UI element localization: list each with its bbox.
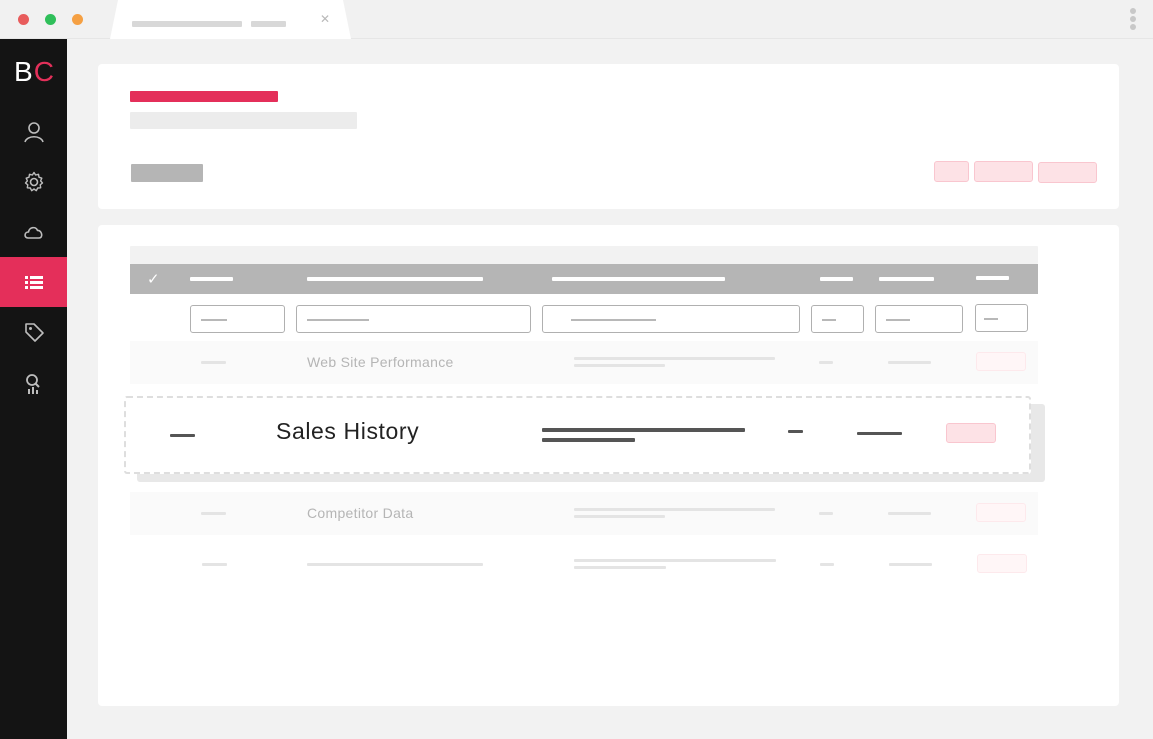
row-action-pill[interactable] — [976, 503, 1026, 522]
row-cell — [307, 563, 483, 566]
logo-letter-b: B — [14, 56, 34, 87]
table-toolbar — [130, 246, 1038, 264]
row-cell — [202, 563, 227, 566]
row-cell — [170, 434, 195, 437]
menu-dot-icon[interactable] — [1130, 8, 1136, 14]
tab-title-placeholder — [132, 21, 242, 27]
list-icon — [25, 276, 43, 289]
menu-dot-icon[interactable] — [1130, 16, 1136, 22]
filter-input[interactable] — [542, 305, 800, 333]
dragging-table-row[interactable]: Sales History — [124, 396, 1031, 474]
table-row[interactable]: Competitor Data — [130, 492, 1038, 535]
row-cell — [820, 563, 834, 566]
row-cell — [857, 432, 902, 435]
row-title: Sales History — [276, 418, 420, 444]
table-row[interactable]: Web Site Performance — [130, 341, 1038, 384]
row-cell — [788, 430, 803, 433]
minimize-window-button[interactable] — [72, 14, 83, 25]
row-cell — [888, 361, 931, 364]
column-header[interactable] — [879, 277, 934, 281]
table-row[interactable] — [130, 543, 1038, 586]
row-cell — [201, 512, 226, 515]
column-header[interactable] — [307, 277, 483, 281]
filter-input[interactable] — [875, 305, 963, 333]
column-header[interactable] — [976, 276, 1009, 280]
row-cell — [888, 512, 931, 515]
gear-icon — [24, 171, 44, 192]
tab-close-icon[interactable]: ✕ — [319, 11, 331, 27]
row-title: Web Site Performance — [307, 354, 454, 370]
filter-input[interactable] — [296, 305, 531, 333]
action-button[interactable] — [934, 161, 969, 182]
row-action-pill[interactable] — [946, 423, 996, 443]
sidebar-item-settings[interactable] — [0, 157, 67, 207]
row-title: Competitor Data — [307, 505, 414, 521]
close-window-button[interactable] — [18, 14, 29, 25]
row-cell — [574, 515, 665, 518]
select-all-check-icon[interactable]: ✓ — [147, 269, 163, 289]
user-icon — [24, 122, 44, 143]
sidebar-item-analytics[interactable] — [0, 359, 67, 409]
status-badge[interactable] — [131, 164, 203, 182]
action-button[interactable] — [974, 161, 1033, 182]
browser-tab[interactable] — [110, 0, 351, 39]
table-header: ✓ — [130, 264, 1038, 294]
filter-input[interactable] — [975, 304, 1028, 332]
maximize-window-button[interactable] — [45, 14, 56, 25]
column-header[interactable] — [820, 277, 853, 281]
row-cell — [889, 563, 932, 566]
header-card — [98, 64, 1119, 209]
row-action-pill[interactable] — [977, 554, 1027, 573]
app-logo[interactable]: BC — [14, 55, 64, 89]
row-cell — [574, 566, 666, 569]
row-cell — [819, 512, 833, 515]
tab-subtitle-placeholder — [251, 21, 286, 27]
page-subtitle-placeholder — [130, 112, 357, 129]
row-cell — [819, 361, 833, 364]
row-cell — [574, 364, 665, 367]
row-cell — [574, 508, 775, 511]
tag-icon — [25, 323, 44, 342]
column-header[interactable] — [552, 277, 725, 281]
row-cell — [574, 357, 775, 360]
search-analytics-icon — [26, 374, 40, 394]
column-header[interactable] — [190, 277, 233, 281]
row-cell — [542, 438, 635, 442]
action-button[interactable] — [1038, 162, 1097, 183]
sidebar-item-tags[interactable] — [0, 307, 67, 357]
filter-input[interactable] — [811, 305, 864, 333]
page-title-placeholder — [130, 91, 278, 102]
sidebar-item-lists[interactable] — [0, 257, 67, 307]
row-cell — [574, 559, 776, 562]
filter-input[interactable] — [190, 305, 285, 333]
row-cell — [542, 428, 745, 432]
row-cell — [201, 361, 226, 364]
row-action-pill[interactable] — [976, 352, 1026, 371]
sidebar-item-users[interactable] — [0, 107, 67, 157]
logo-letter-c: C — [33, 56, 55, 87]
sidebar-item-cloud[interactable] — [0, 207, 67, 257]
menu-dot-icon[interactable] — [1130, 24, 1136, 30]
cloud-icon — [24, 226, 43, 239]
